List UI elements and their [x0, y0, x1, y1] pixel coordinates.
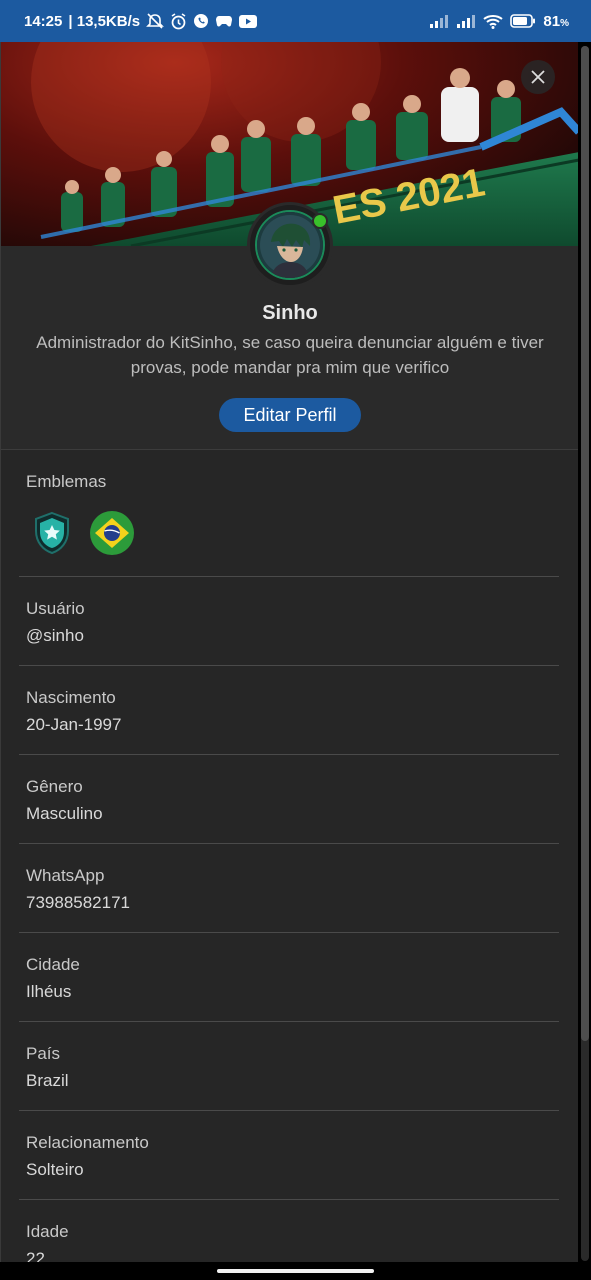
signal-icon: [456, 14, 476, 28]
field-country: País Brazil: [19, 1022, 559, 1111]
field-label: Relacionamento: [26, 1133, 149, 1152]
profile-name: Sinho: [262, 302, 318, 324]
profile-bio: Administrador do KitSinho, se caso queir…: [36, 333, 544, 377]
wifi-icon: [483, 14, 504, 29]
field-value: @sinho: [26, 626, 84, 645]
alarm-icon: [170, 12, 187, 30]
mute-notifications-icon: [146, 13, 165, 29]
field-label: Gênero: [26, 777, 83, 796]
status-bar: 14:25 | 13,5KB/s 81%: [0, 0, 591, 42]
profile-sheet: ES 2021 Sinho Administrador do KitSinho,…: [0, 42, 578, 1262]
home-indicator[interactable]: [217, 1269, 374, 1273]
field-label: País: [26, 1044, 61, 1063]
field-username: Usuário @sinho: [19, 577, 559, 666]
scrollbar[interactable]: [581, 46, 589, 1261]
field-label: Usuário: [26, 599, 85, 618]
field-value[interactable]: 73988582171: [26, 893, 130, 913]
field-whatsapp: WhatsApp 73988582171: [19, 844, 559, 933]
field-value: 22: [26, 1249, 45, 1262]
field-value: 20-Jan-1997: [26, 715, 122, 734]
field-value: Brazil: [26, 1071, 69, 1090]
battery-unit: %: [560, 17, 569, 29]
network-speed: | 13,5KB/s: [68, 12, 141, 30]
brazil-flag-badge-icon[interactable]: [89, 510, 135, 556]
badges-section: Emblemas: [19, 450, 559, 577]
badges-label: Emblemas: [26, 472, 107, 491]
field-label: Cidade: [26, 955, 80, 974]
field-relationship: Relacionamento Solteiro: [19, 1111, 559, 1200]
field-gender: Gênero Masculino: [19, 755, 559, 844]
field-value: Solteiro: [26, 1160, 84, 1179]
field-value: Masculino: [26, 804, 103, 823]
navigation-bar: [0, 1262, 591, 1280]
close-button[interactable]: [521, 60, 555, 94]
online-status-indicator: [312, 213, 328, 229]
youtube-icon: [239, 14, 258, 28]
avatar[interactable]: [247, 202, 333, 288]
battery-icon: [510, 14, 536, 28]
whatsapp-icon: [193, 13, 209, 29]
game-icon: [215, 14, 233, 28]
close-icon: [531, 70, 545, 84]
field-value: Ilhéus: [26, 982, 72, 1001]
field-label: Idade: [26, 1222, 69, 1241]
scrollbar-thumb[interactable]: [581, 46, 589, 1041]
field-label: Nascimento: [26, 688, 116, 707]
field-birth-date: Nascimento 20-Jan-1997: [19, 666, 559, 755]
battery-level: 81: [543, 12, 561, 30]
profile-fields: Emblemas Usuário @sinho Nascimento 20-Ja…: [1, 450, 578, 1262]
status-time: 14:25: [24, 12, 63, 30]
field-city: Cidade Ilhéus: [19, 933, 559, 1022]
field-age: Idade 22: [19, 1200, 559, 1262]
signal-icon: [429, 14, 449, 28]
star-shield-badge-icon[interactable]: [29, 510, 75, 556]
edit-profile-button[interactable]: Editar Perfil: [219, 398, 361, 432]
field-label: WhatsApp: [26, 866, 105, 885]
badges-list: [29, 510, 135, 556]
